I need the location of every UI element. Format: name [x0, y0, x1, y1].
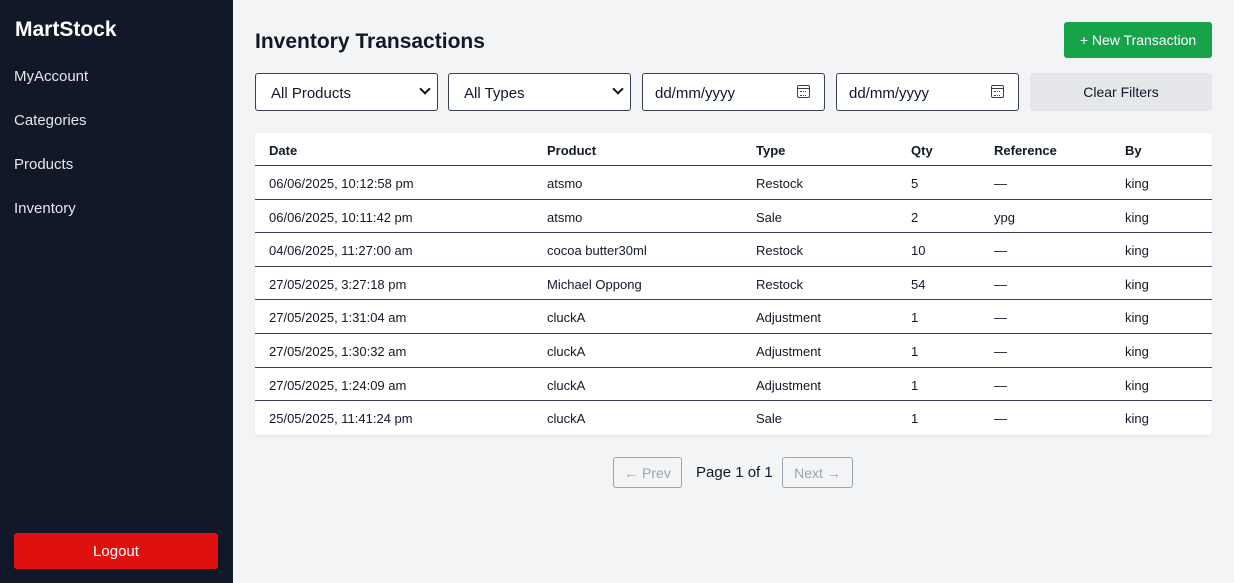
- cell-qty: 1: [911, 344, 919, 359]
- cell-reference: —: [994, 411, 1007, 427]
- cell-by: king: [1125, 176, 1149, 191]
- cell-product: cocoa butter30ml: [547, 243, 647, 259]
- product-filter-select[interactable]: All Products: [255, 73, 438, 111]
- sidebar-item-myaccount[interactable]: MyAccount: [14, 68, 88, 85]
- column-header-product: Product: [547, 143, 597, 158]
- column-header-qty: Qty: [911, 143, 933, 158]
- cell-type: Adjustment: [756, 344, 822, 359]
- cell-date: 27/05/2025, 1:24:09 am: [269, 377, 407, 393]
- cell-date: 25/05/2025, 11:41:24 pm: [269, 411, 413, 427]
- logout-button[interactable]: Logout: [14, 533, 218, 569]
- cell-date: 06/06/2025, 10:11:42 pm: [269, 209, 413, 225]
- cell-qty: 2: [911, 209, 919, 225]
- table-header: Date Product Type Qty Reference By: [255, 133, 1212, 166]
- product-filter-value: All Products: [271, 85, 352, 102]
- cell-type: Adjustment: [756, 310, 822, 326]
- next-page-button[interactable]: Next →: [782, 457, 853, 488]
- cell-reference: —: [994, 344, 1007, 359]
- prev-page-button[interactable]: ← Prev: [613, 457, 682, 488]
- cell-product: cluckA: [547, 411, 586, 427]
- cell-product: Michael Oppong: [547, 276, 642, 292]
- chevron-down-icon: [419, 83, 431, 95]
- table-row: 27/05/2025, 1:24:09 am cluckA Adjustment…: [255, 368, 1212, 402]
- cell-product: atsmo: [547, 176, 583, 191]
- table-row: 27/05/2025, 1:30:32 am cluckA Adjustment…: [255, 334, 1212, 368]
- cell-by: king: [1125, 344, 1149, 359]
- table-row: 27/05/2025, 1:31:04 am cluckA Adjustment…: [255, 300, 1212, 334]
- cell-qty: 1: [911, 411, 919, 427]
- cell-reference: —: [994, 377, 1007, 393]
- table-row: 06/06/2025, 10:11:42 pm atsmo Sale 2 ypg…: [255, 200, 1212, 234]
- calendar-icon[interactable]: [991, 85, 1004, 98]
- cell-type: Sale: [756, 209, 783, 225]
- cell-type: Restock: [756, 176, 803, 191]
- page-title: Inventory Transactions: [255, 30, 485, 53]
- cell-product: cluckA: [547, 344, 586, 359]
- cell-reference: ypg: [994, 209, 1015, 225]
- transactions-table: Date Product Type Qty Reference By 06/06…: [255, 133, 1212, 435]
- cell-reference: —: [994, 243, 1007, 259]
- cell-reference: —: [994, 276, 1007, 292]
- cell-date: 06/06/2025, 10:12:58 pm: [269, 176, 414, 191]
- cell-qty: 54: [911, 276, 926, 292]
- date-from-input[interactable]: dd/mm/yyyy: [642, 73, 825, 111]
- cell-type: Adjustment: [756, 377, 822, 393]
- sidebar: MartStock MyAccount Categories Products …: [0, 0, 233, 583]
- column-header-reference: Reference: [994, 143, 1057, 158]
- brand-logo: MartStock: [15, 18, 117, 41]
- sidebar-item-categories[interactable]: Categories: [14, 112, 87, 129]
- type-filter-value: All Types: [464, 85, 525, 102]
- cell-type: Sale: [756, 411, 783, 427]
- cell-by: king: [1125, 243, 1149, 259]
- calendar-icon[interactable]: [797, 85, 810, 98]
- cell-reference: —: [994, 310, 1007, 326]
- cell-product: atsmo: [547, 209, 583, 225]
- chevron-down-icon: [612, 83, 624, 95]
- main-content: Inventory Transactions + New Transaction…: [233, 0, 1234, 583]
- cell-qty: 1: [911, 377, 919, 393]
- column-header-by: By: [1125, 143, 1142, 158]
- cell-by: king: [1125, 276, 1149, 292]
- new-transaction-button[interactable]: + New Transaction: [1064, 22, 1212, 58]
- cell-by: king: [1125, 377, 1149, 393]
- cell-by: king: [1125, 209, 1149, 225]
- cell-date: 27/05/2025, 1:31:04 am: [269, 310, 407, 326]
- date-from-placeholder: dd/mm/yyyy: [655, 85, 736, 102]
- cell-date: 27/05/2025, 1:30:32 am: [269, 344, 407, 359]
- page-info: Page 1 of 1: [696, 464, 773, 481]
- table-row: 04/06/2025, 11:27:00 am cocoa butter30ml…: [255, 233, 1212, 267]
- cell-by: king: [1125, 411, 1149, 427]
- cell-qty: 1: [911, 310, 919, 326]
- cell-product: cluckA: [547, 310, 586, 326]
- cell-by: king: [1125, 310, 1149, 326]
- sidebar-item-products[interactable]: Products: [14, 156, 73, 173]
- cell-product: cluckA: [547, 377, 586, 393]
- cell-qty: 10: [911, 243, 926, 259]
- cell-type: Restock: [756, 243, 803, 259]
- cell-date: 27/05/2025, 3:27:18 pm: [269, 276, 407, 292]
- clear-filters-button[interactable]: Clear Filters: [1030, 73, 1212, 111]
- cell-date: 04/06/2025, 11:27:00 am: [269, 243, 413, 259]
- sidebar-item-inventory[interactable]: Inventory: [14, 200, 76, 217]
- date-to-input[interactable]: dd/mm/yyyy: [836, 73, 1019, 111]
- column-header-date: Date: [269, 143, 298, 158]
- cell-type: Restock: [756, 276, 803, 292]
- table-row: 27/05/2025, 3:27:18 pm Michael Oppong Re…: [255, 267, 1212, 301]
- date-to-placeholder: dd/mm/yyyy: [849, 85, 930, 102]
- table-row: 06/06/2025, 10:12:58 pm atsmo Restock 5 …: [255, 166, 1212, 200]
- table-row: 25/05/2025, 11:41:24 pm cluckA Sale 1 — …: [255, 401, 1212, 435]
- cell-qty: 5: [911, 176, 919, 191]
- type-filter-select[interactable]: All Types: [448, 73, 631, 111]
- column-header-type: Type: [756, 143, 786, 158]
- cell-reference: —: [994, 176, 1007, 191]
